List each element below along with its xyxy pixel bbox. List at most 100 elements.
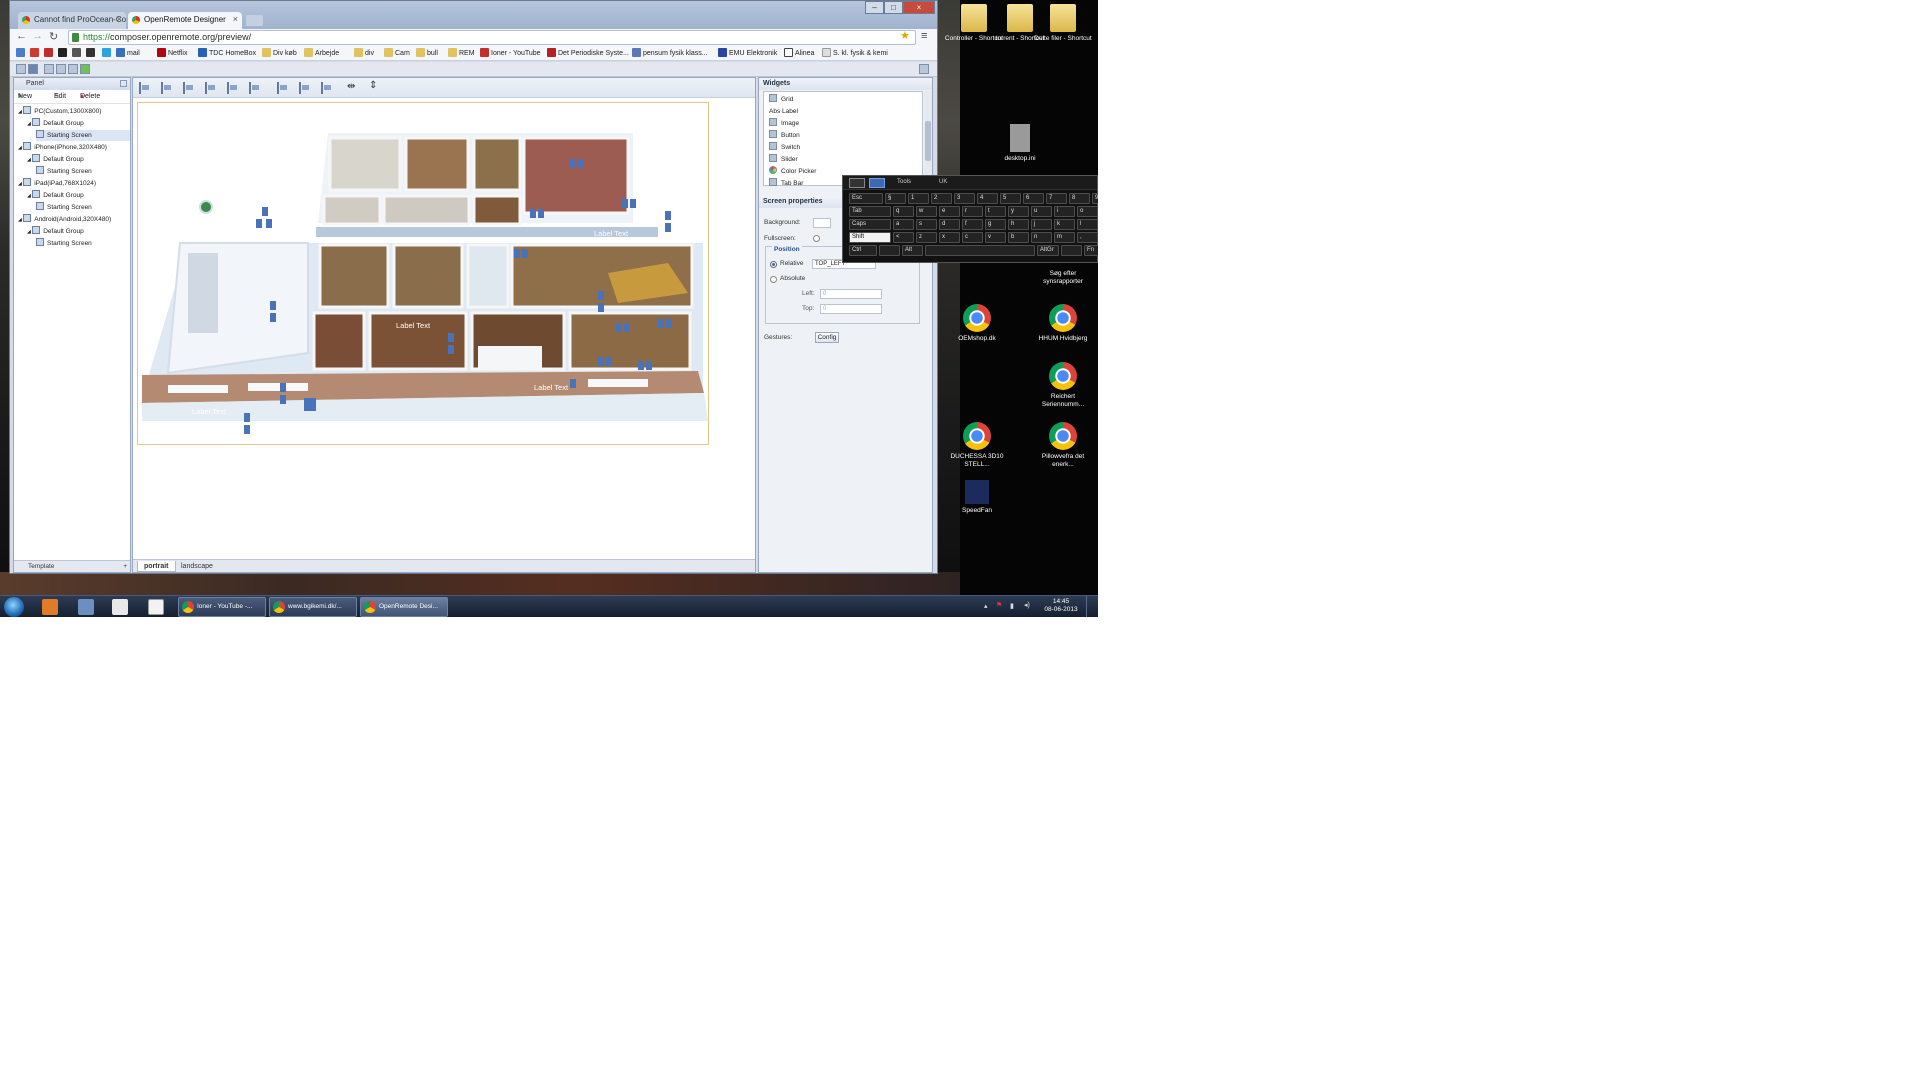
keyboard-key[interactable]: g [985, 219, 1006, 230]
address-bar[interactable]: https://composer.openremote.org/preview/ [68, 30, 916, 45]
keyboard-key[interactable]: f [962, 219, 983, 230]
logout-icon[interactable] [919, 64, 929, 74]
new-button[interactable]: ● New ▾ [18, 90, 32, 104]
bookmark-tdc[interactable]: TDC HomeBox [198, 48, 256, 59]
bookmark-bull[interactable]: bull [416, 48, 438, 59]
maximize-button[interactable]: □ [884, 1, 903, 14]
keyboard-key[interactable]: x [939, 232, 960, 243]
align-center-icon[interactable] [161, 82, 173, 94]
notepad-icon[interactable] [112, 599, 128, 615]
relative-radio[interactable] [770, 261, 777, 268]
expand-icon[interactable]: + [123, 561, 127, 573]
bookmark-gmail[interactable] [30, 48, 41, 59]
keyboard-key[interactable]: v [985, 232, 1006, 243]
bookmark-rem[interactable]: REM [448, 48, 475, 59]
desktop-icon-speedfan[interactable]: SpeedFan [945, 480, 1009, 515]
bookmark-tv2[interactable] [44, 48, 55, 59]
bookmark-periodiske[interactable]: Det Periodiske Syste... [547, 48, 629, 59]
distribute-horizontal-icon[interactable] [299, 82, 311, 94]
background-field[interactable] [813, 218, 831, 228]
bookmark-div[interactable]: div [354, 48, 374, 59]
widget-tab-bar[interactable]: Tab Bar [769, 178, 803, 189]
tab-openremote-designer[interactable]: OpenRemote Designer × [128, 12, 242, 29]
keyboard-key[interactable]: 2 [931, 193, 952, 204]
document-icon[interactable] [78, 599, 94, 615]
desktop-icon-duchessa[interactable]: DUCHESSA 3D10 STELL... [945, 422, 1009, 469]
close-tab-icon[interactable]: × [117, 14, 122, 24]
bookmark-skype[interactable] [102, 48, 113, 59]
top-input[interactable]: 0 [820, 304, 882, 314]
taskbar-bgikemi[interactable]: www.bgikemi.dk/... [269, 597, 357, 617]
same-size-icon[interactable] [277, 82, 289, 94]
keyboard-key[interactable]: j [1031, 219, 1052, 230]
bookmark-div-kob[interactable]: Div køb [262, 48, 297, 59]
keyboard-key[interactable]: b [1008, 232, 1029, 243]
tree-item[interactable]: ◢ Default Group [27, 226, 130, 237]
close-window-button[interactable]: × [903, 1, 935, 14]
keyboard-key[interactable]: Caps [849, 219, 891, 230]
keyboard-key[interactable]: q [893, 206, 914, 217]
forward-icon[interactable]: → [32, 30, 43, 42]
new-tab-button[interactable] [246, 15, 263, 26]
pen-icon[interactable] [849, 178, 865, 188]
keyboard-key[interactable] [1061, 245, 1082, 256]
tree-item[interactable]: Starting Screen [36, 130, 130, 141]
keyboard-icon[interactable] [869, 178, 885, 188]
absolute-radio[interactable] [770, 276, 777, 283]
template-tab[interactable]: Template + [14, 560, 130, 572]
keyboard-key[interactable]: h [1008, 219, 1029, 230]
tree-item[interactable]: ◢ Default Group [27, 190, 130, 201]
keyboard-key[interactable]: 3 [954, 193, 975, 204]
keyboard-key[interactable]: § [885, 193, 906, 204]
keyboard-key[interactable]: 8 [1069, 193, 1090, 204]
widget-image[interactable]: Image [769, 118, 799, 129]
keyboard-key[interactable]: e [939, 206, 960, 217]
taskbar-youtube[interactable]: Ioner - YouTube -... [178, 597, 266, 617]
bookmark-mail[interactable]: mail [116, 48, 140, 59]
reload-icon[interactable]: ↻ [49, 30, 58, 43]
collapse-icon[interactable] [120, 80, 127, 87]
canvas-label[interactable]: Label Text [396, 321, 430, 330]
keyboard-key[interactable]: w [916, 206, 937, 217]
keyboard-key[interactable]: s [916, 219, 937, 230]
tree-item[interactable]: ◢ Default Group [27, 154, 130, 165]
user-icon[interactable] [44, 64, 54, 74]
widget-slider[interactable]: Slider [769, 154, 798, 165]
config-button[interactable]: Config [815, 332, 839, 343]
keyboard-key[interactable] [879, 245, 900, 256]
ui-designer-icon[interactable] [16, 64, 26, 74]
keyboard-key[interactable]: 9 [1092, 193, 1098, 204]
keyboard-key[interactable]: 7 [1046, 193, 1067, 204]
distribute-vertical-icon[interactable] [321, 82, 333, 94]
align-left-icon[interactable] [139, 82, 151, 94]
keyboard-key[interactable]: t [985, 206, 1006, 217]
language-indicator[interactable]: UK [939, 179, 947, 185]
volume-icon[interactable]: ◂) [1024, 601, 1030, 609]
bookmark-alinea[interactable]: Alinea [784, 48, 814, 59]
canvas-label[interactable]: Label Text [534, 383, 568, 392]
tree-item[interactable]: Starting Screen [36, 202, 130, 213]
keyboard-key[interactable]: o [1077, 206, 1098, 217]
export-icon[interactable] [68, 64, 78, 74]
keyboard-key[interactable]: Shift [849, 232, 891, 243]
rss-icon[interactable] [42, 599, 58, 615]
keyboard-key[interactable]: z [916, 232, 937, 243]
keyboard-key[interactable] [925, 245, 1035, 256]
tab-portrait[interactable]: portrait [137, 561, 176, 572]
keyboard-key[interactable]: a [893, 219, 914, 230]
save-icon[interactable] [56, 64, 66, 74]
tab-landscape[interactable]: landscape [175, 561, 219, 572]
network-icon[interactable]: ▮ [1010, 602, 1014, 610]
align-middle-icon[interactable] [227, 82, 239, 94]
keyboard-key[interactable]: y [1008, 206, 1029, 217]
vlc-icon[interactable] [148, 599, 164, 615]
desktop-icon-pillowvefra[interactable]: Pillowvefra det enerk... [1031, 422, 1095, 469]
keyboard-key[interactable]: l [1077, 219, 1098, 230]
refresh-icon[interactable] [80, 64, 90, 74]
keyboard-key[interactable]: AltGr [1037, 245, 1059, 256]
keyboard-key[interactable]: n [1031, 232, 1052, 243]
tree-item[interactable]: Starting Screen [36, 166, 130, 177]
tree-item[interactable]: ◢ iPad(iPad,768X1024) [18, 178, 130, 189]
keyboard-key[interactable]: < [893, 232, 914, 243]
clock[interactable]: 14:45 08-06-2013 [1040, 598, 1082, 614]
